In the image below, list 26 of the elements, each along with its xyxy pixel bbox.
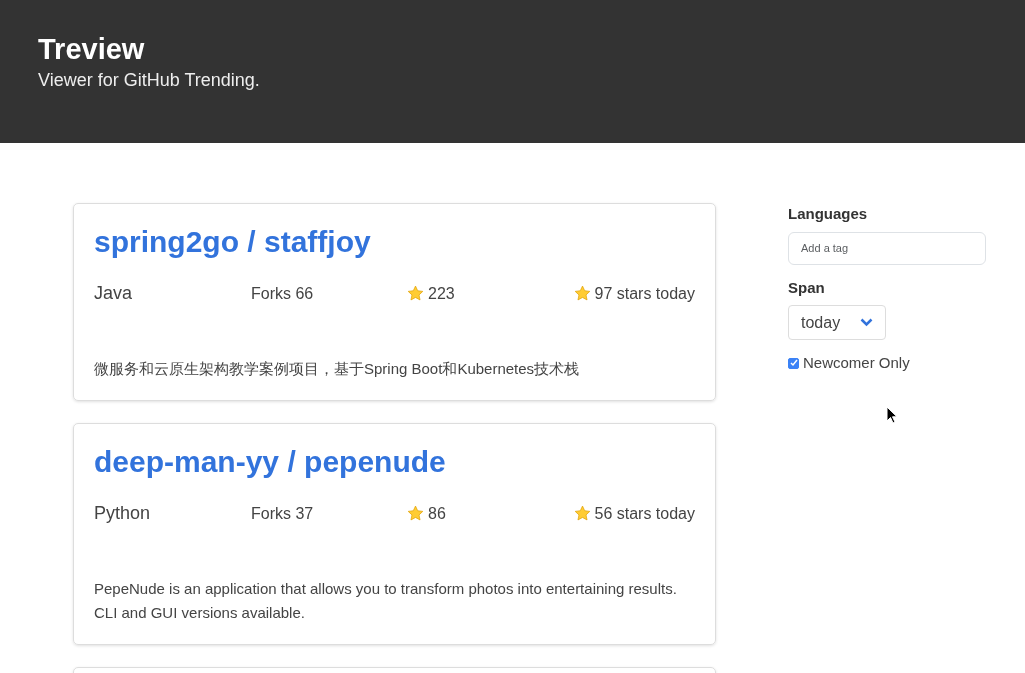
newcomer-label: Newcomer Only <box>803 353 910 373</box>
stars-today-text: 56 stars today <box>594 503 695 524</box>
repo-description: 微服务和云原生架构教学案例项目，基于Spring Boot和Kubernetes技术栈 <box>94 359 581 379</box>
languages-label: Languages <box>788 204 869 224</box>
site-title: Treview <box>38 32 146 67</box>
forks-count: Forks 66 <box>251 283 315 304</box>
stars-count: 86 <box>428 503 446 524</box>
language-text: Python <box>94 502 152 526</box>
mouse-cursor-icon <box>886 406 898 424</box>
language-text: Java <box>94 282 134 305</box>
newcomer-checkbox[interactable] <box>788 357 799 369</box>
tag-input-field[interactable]: Add a tag <box>788 231 986 265</box>
star-icon <box>573 505 591 523</box>
span-dropdown[interactable]: today <box>788 305 886 340</box>
chevron-down-icon <box>860 318 873 327</box>
forks-count: Forks 37 <box>251 503 315 524</box>
stars-today-text: 97 stars today <box>594 283 695 304</box>
span-label: Span <box>788 277 826 298</box>
repo-name-link[interactable]: spring2go / staffjoy <box>94 225 371 258</box>
site-subtitle: Viewer for GitHub Trending. <box>38 68 261 92</box>
star-icon <box>407 505 424 523</box>
star-icon <box>573 285 591 302</box>
repo-name-link[interactable]: deep-man-yy / pepenude <box>94 445 446 479</box>
star-icon <box>407 285 424 302</box>
repo-description: PepeNude is an application that allows you to transform photos into entertaining results. CLI and GUI versions available. <box>94 579 678 623</box>
stars-count: 223 <box>428 283 455 304</box>
